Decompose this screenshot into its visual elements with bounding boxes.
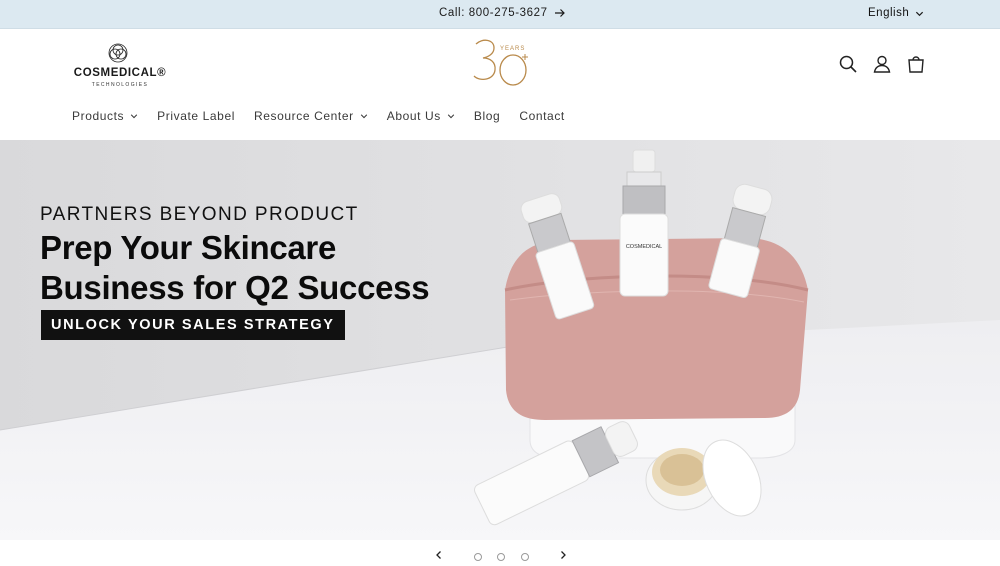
flower-logo-icon — [108, 43, 128, 63]
30-years-emblem: YEARS — [473, 39, 528, 86]
product-photo: COSMEDICAL — [474, 149, 809, 526]
chevron-down-icon — [360, 114, 367, 119]
nav-item-resource-center[interactable]: Resource Center — [254, 109, 368, 123]
nav-item-about-us[interactable]: About Us — [387, 109, 455, 123]
nav-label: About Us — [386, 109, 441, 123]
nav-item-products[interactable]: Products — [72, 109, 138, 123]
search-icon[interactable] — [837, 53, 859, 75]
nav-label: Products — [72, 109, 125, 123]
cart-icon[interactable] — [905, 53, 927, 75]
account-icon[interactable] — [871, 53, 893, 75]
slider-controls — [0, 540, 1000, 566]
nav-item-private-label[interactable]: Private Label — [157, 109, 235, 123]
nav-item-blog[interactable]: Blog — [474, 109, 500, 123]
chevron-left-icon[interactable] — [434, 550, 444, 560]
nav-label: Contact — [519, 109, 565, 123]
site-header: COSMEDICAL® TECHNOLOGIES YEARS Products … — [0, 29, 1000, 140]
hero-banner[interactable]: COSMEDICAL PARTNERS BEYOND PRODUCT Prep … — [0, 140, 1000, 540]
announcement-bar: Call: 800-275-3627 English — [0, 0, 1000, 29]
hero-title-line: Prep Your Skincare — [40, 229, 337, 266]
phone-text: Call: 800-275-3627 — [439, 7, 548, 19]
main-nav: Products Private Label Resource Center A… — [72, 109, 584, 123]
cta-button[interactable]: UNLOCK YOUR SALES STRATEGY — [41, 310, 345, 340]
chevron-right-icon[interactable] — [558, 550, 568, 560]
slider-dot-1[interactable] — [474, 553, 482, 561]
phone-link[interactable]: Call: 800-275-3627 — [439, 7, 566, 19]
nav-label: Blog — [473, 109, 501, 123]
site-logo[interactable]: COSMEDICAL® TECHNOLOGIES — [70, 41, 170, 89]
slider-dot-2[interactable] — [497, 553, 505, 561]
language-label: English — [868, 7, 910, 19]
nav-item-contact[interactable]: Contact — [519, 109, 565, 123]
nav-label: Resource Center — [254, 109, 354, 123]
slider-dot-3[interactable] — [521, 553, 529, 561]
language-selector[interactable]: English — [868, 7, 924, 19]
chevron-down-icon — [447, 114, 455, 119]
hero-title: Prep Your Skincare Business for Q2 Succe… — [40, 228, 480, 308]
nav-label: Private Label — [157, 109, 235, 123]
arrow-right-icon — [554, 9, 565, 17]
logo-tagline: TECHNOLOGIES — [91, 82, 149, 88]
product-brand-label: COSMEDICAL — [626, 244, 662, 250]
chevron-down-icon — [130, 114, 138, 119]
logo-wordmark: COSMEDICAL® — [73, 67, 167, 79]
emblem-label: YEARS — [500, 46, 525, 52]
hero-eyebrow: PARTNERS BEYOND PRODUCT — [40, 204, 359, 225]
chevron-down-icon — [916, 11, 924, 16]
hero-title-line: Business for Q2 Success — [40, 269, 430, 306]
